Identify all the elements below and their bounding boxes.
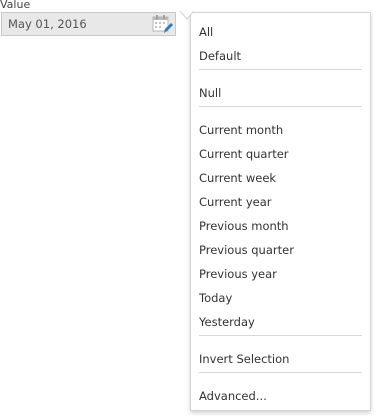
date-value: May 01, 2016 xyxy=(8,17,87,31)
options-menu: All Default Null Current month Current quart… xyxy=(190,12,371,411)
menu-item-previous-month[interactable]: Previous month xyxy=(199,217,364,235)
calendar-edit-icon[interactable] xyxy=(152,14,174,34)
menu-item-all[interactable]: All xyxy=(199,23,364,41)
menu-separator xyxy=(199,372,362,373)
menu-item-default[interactable]: Default xyxy=(199,47,364,65)
menu-item-today[interactable]: Today xyxy=(199,289,364,307)
field-label: Value xyxy=(0,0,31,11)
menu-separator xyxy=(199,106,362,107)
menu-item-current-quarter[interactable]: Current quarter xyxy=(199,145,364,163)
menu-separator xyxy=(199,69,362,70)
menu-item-yesterday[interactable]: Yesterday xyxy=(199,313,364,331)
menu-item-current-year[interactable]: Current year xyxy=(199,193,364,211)
menu-item-advanced[interactable]: Advanced... xyxy=(199,387,364,405)
menu-item-current-week[interactable]: Current week xyxy=(199,169,364,187)
date-field[interactable]: May 01, 2016 xyxy=(1,12,176,36)
menu-separator xyxy=(199,335,362,336)
menu-item-null[interactable]: Null xyxy=(199,84,364,102)
menu-item-previous-quarter[interactable]: Previous quarter xyxy=(199,241,364,259)
menu-item-previous-year[interactable]: Previous year xyxy=(199,265,364,283)
dropdown-pointer-icon xyxy=(179,10,195,20)
menu-item-current-month[interactable]: Current month xyxy=(199,121,364,139)
menu-item-invert-selection[interactable]: Invert Selection xyxy=(199,350,364,368)
